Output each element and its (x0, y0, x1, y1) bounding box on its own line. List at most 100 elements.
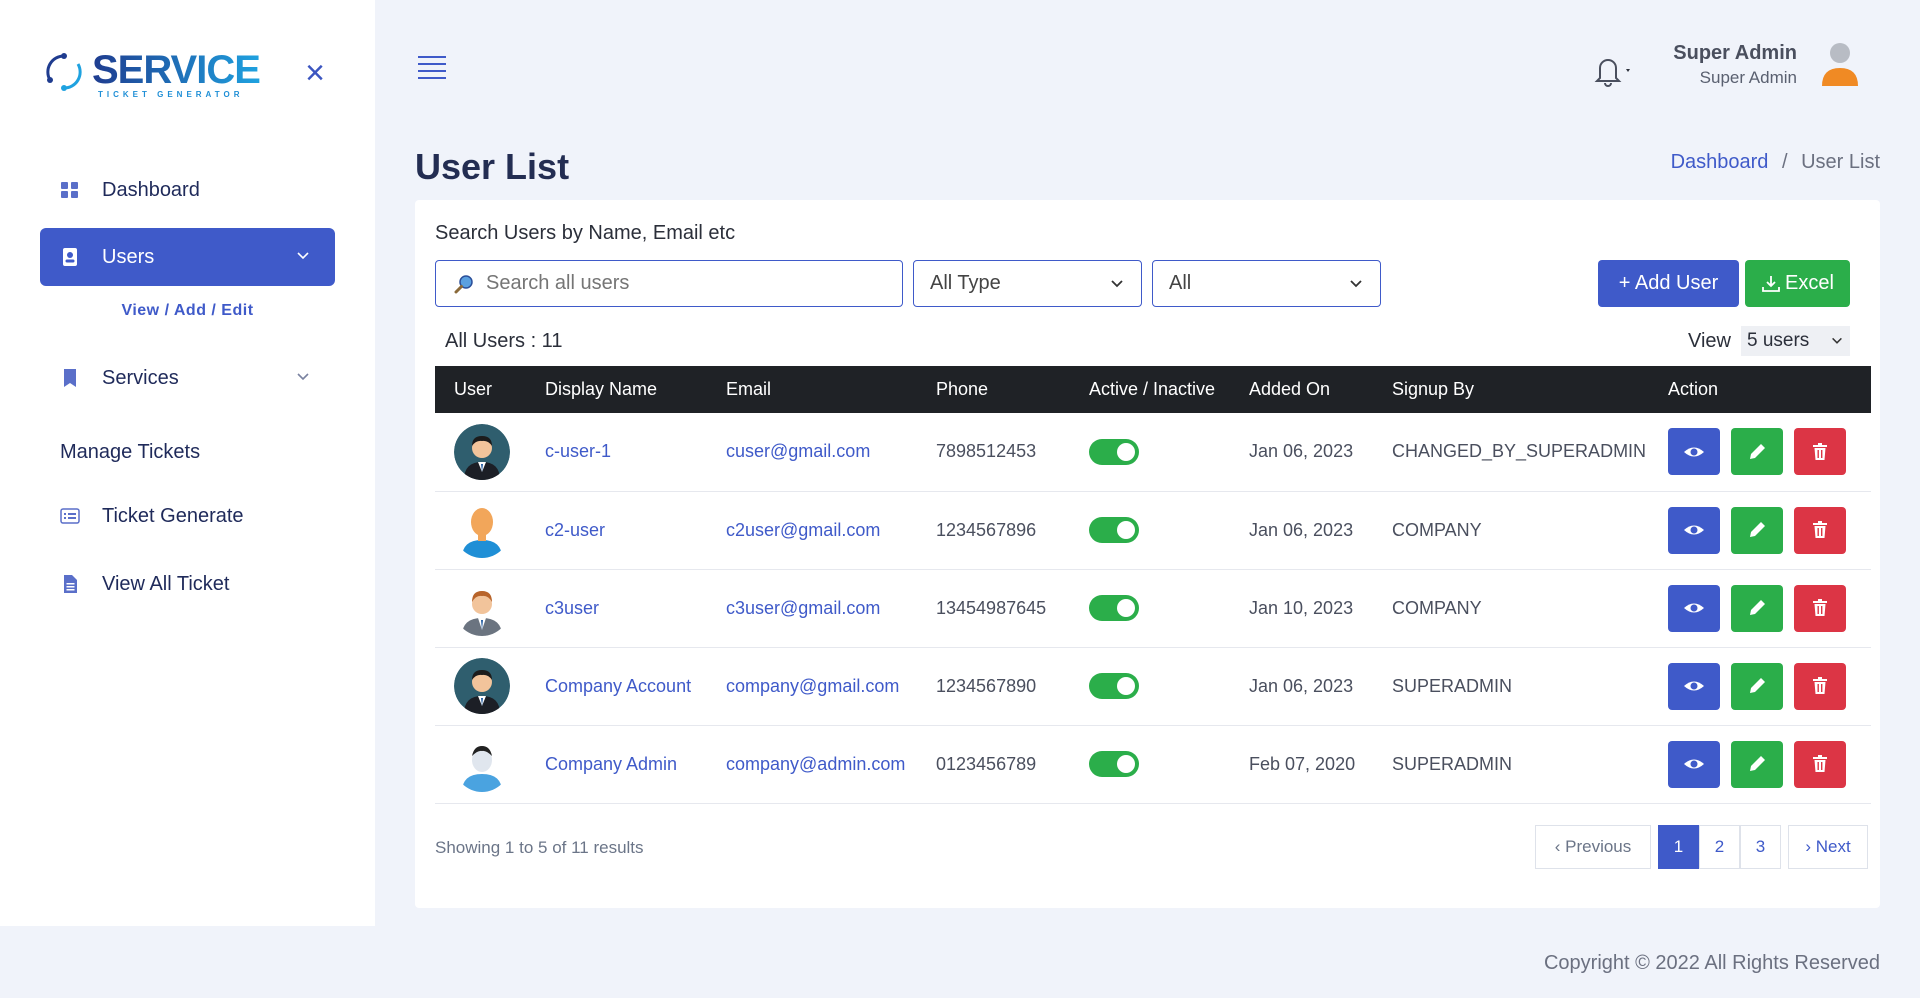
header-user-name[interactable]: Super Admin (1673, 42, 1797, 65)
email-link[interactable]: c3user@gmail.com (707, 569, 917, 647)
signup-by-cell: COMPANY (1392, 597, 1482, 618)
eye-icon (1684, 759, 1704, 769)
delete-user-button[interactable] (1794, 662, 1846, 710)
edit-user-button[interactable] (1731, 584, 1783, 632)
sidebar-item-dashboard[interactable]: Dashboard (40, 161, 335, 219)
phone-cell: 1234567890 (936, 675, 1037, 696)
sidebar-item-users[interactable]: Users (40, 228, 335, 286)
chevron-down-icon (1111, 280, 1123, 288)
contact-book-icon (63, 248, 77, 266)
page-size-select[interactable]: 5 users (1741, 326, 1850, 356)
search-input[interactable] (486, 272, 886, 295)
added-on-cell: Jan 06, 2023 (1249, 675, 1354, 696)
phone-cell: 0123456789 (936, 753, 1037, 774)
user-avatar[interactable] (1818, 40, 1862, 88)
view-user-button[interactable] (1668, 740, 1720, 788)
user-avatar-cell (435, 647, 526, 725)
phone-cell: 1234567896 (936, 519, 1037, 540)
next-page-button[interactable]: › Next (1788, 825, 1868, 869)
edit-user-button[interactable] (1731, 506, 1783, 554)
trash-icon (1813, 599, 1827, 616)
active-toggle[interactable] (1089, 595, 1139, 621)
chevron-down-icon (297, 373, 309, 381)
user-list-card: Search Users by Name, Email etc All Type… (415, 200, 1880, 908)
search-label: Search Users by Name, Email etc (435, 222, 736, 244)
breadcrumb-current: User List (1801, 151, 1880, 173)
sidebar-item-services[interactable]: Services (40, 349, 335, 407)
phone-cell: 7898512453 (936, 441, 1037, 462)
excel-export-button[interactable]: Excel (1745, 260, 1850, 307)
edit-user-button[interactable] (1731, 428, 1783, 476)
delete-user-button[interactable] (1794, 506, 1846, 554)
brand-name: SERVICE (92, 48, 261, 92)
view-user-button[interactable] (1668, 662, 1720, 710)
email-link[interactable]: company@admin.com (707, 725, 917, 803)
status-filter-select[interactable]: All (1152, 260, 1381, 307)
delete-user-button[interactable] (1794, 428, 1846, 476)
type-filter-select[interactable]: All Type (913, 260, 1142, 307)
close-icon[interactable]: × (298, 56, 332, 90)
display-name-link[interactable]: c2-user (526, 491, 707, 569)
pagination: ‹ Previous 1 2 3 › Next (1535, 825, 1868, 869)
users-subnav-link[interactable]: View / Add / Edit (40, 302, 335, 320)
column-header: Action (1668, 379, 1719, 399)
sidebar-item-view-all-ticket[interactable]: View All Ticket (40, 555, 335, 613)
logo-icon (46, 53, 82, 91)
grid-icon (61, 182, 78, 198)
type-filter-value: All Type (930, 272, 1001, 294)
display-name-link[interactable]: Company Admin (526, 725, 707, 803)
list-card-icon (60, 508, 80, 524)
eye-icon (1684, 681, 1704, 691)
column-header: User (454, 379, 493, 399)
table-row: c-user-1 cuser@gmail.com 7898512453 Jan … (435, 413, 1871, 491)
active-toggle-cell (1070, 413, 1230, 491)
view-user-button[interactable] (1668, 584, 1720, 632)
display-name-link[interactable]: c-user-1 (526, 413, 707, 491)
eye-icon (1684, 603, 1704, 613)
users-table: User Display Name Email Phone Active / I… (435, 366, 1871, 804)
notifications-dropdown[interactable] (1592, 54, 1632, 88)
bell-icon (1594, 59, 1630, 87)
active-toggle[interactable] (1089, 673, 1139, 699)
active-toggle[interactable] (1089, 751, 1139, 777)
active-toggle[interactable] (1089, 517, 1139, 543)
pencil-icon (1750, 678, 1765, 693)
email-link[interactable]: c2user@gmail.com (707, 491, 917, 569)
view-user-button[interactable] (1668, 506, 1720, 554)
email-link[interactable]: cuser@gmail.com (707, 413, 917, 491)
delete-user-button[interactable] (1794, 740, 1846, 788)
sidebar-item-manage-tickets[interactable]: Manage Tickets (40, 423, 335, 481)
add-user-button[interactable]: + Add User (1598, 260, 1739, 307)
action-cell (1649, 413, 1871, 491)
edit-user-button[interactable] (1731, 662, 1783, 710)
view-user-button[interactable] (1668, 428, 1720, 476)
app-logo[interactable]: SERVICE TICKET GENERATOR (42, 48, 282, 100)
page-size-value: 5 users (1747, 330, 1810, 351)
signup-by-cell: CHANGED_BY_SUPERADMIN (1392, 441, 1647, 462)
edit-user-button[interactable] (1731, 740, 1783, 788)
breadcrumb-home-link[interactable]: Dashboard (1671, 151, 1769, 173)
display-name-link[interactable]: Company Account (526, 647, 707, 725)
page-button-3[interactable]: 3 (1740, 825, 1781, 869)
chevron-down-icon (1832, 337, 1842, 344)
search-field[interactable] (435, 260, 903, 307)
display-name-link[interactable]: c3user (526, 569, 707, 647)
avatar-person-icon (462, 508, 502, 558)
page-title: User List (415, 146, 570, 187)
email-link[interactable]: company@gmail.com (707, 647, 917, 725)
pencil-icon (1750, 522, 1765, 537)
trash-icon (1813, 677, 1827, 694)
menu-icon[interactable] (418, 56, 446, 80)
active-toggle[interactable] (1089, 438, 1139, 465)
brand-tagline: TICKET GENERATOR (98, 90, 244, 99)
page-button-1[interactable]: 1 (1658, 825, 1699, 869)
previous-page-button[interactable]: ‹ Previous (1535, 825, 1651, 869)
breadcrumb: Dashboard / User List (1671, 151, 1880, 174)
download-icon (1762, 275, 1780, 292)
sidebar-item-label: Ticket Generate (102, 504, 244, 527)
delete-user-button[interactable] (1794, 584, 1846, 632)
sidebar-item-label: Dashboard (102, 178, 200, 201)
page-button-2[interactable]: 2 (1699, 825, 1740, 869)
sidebar-item-ticket-generate[interactable]: Ticket Generate (40, 487, 335, 545)
breadcrumb-separator: / (1781, 151, 1788, 173)
